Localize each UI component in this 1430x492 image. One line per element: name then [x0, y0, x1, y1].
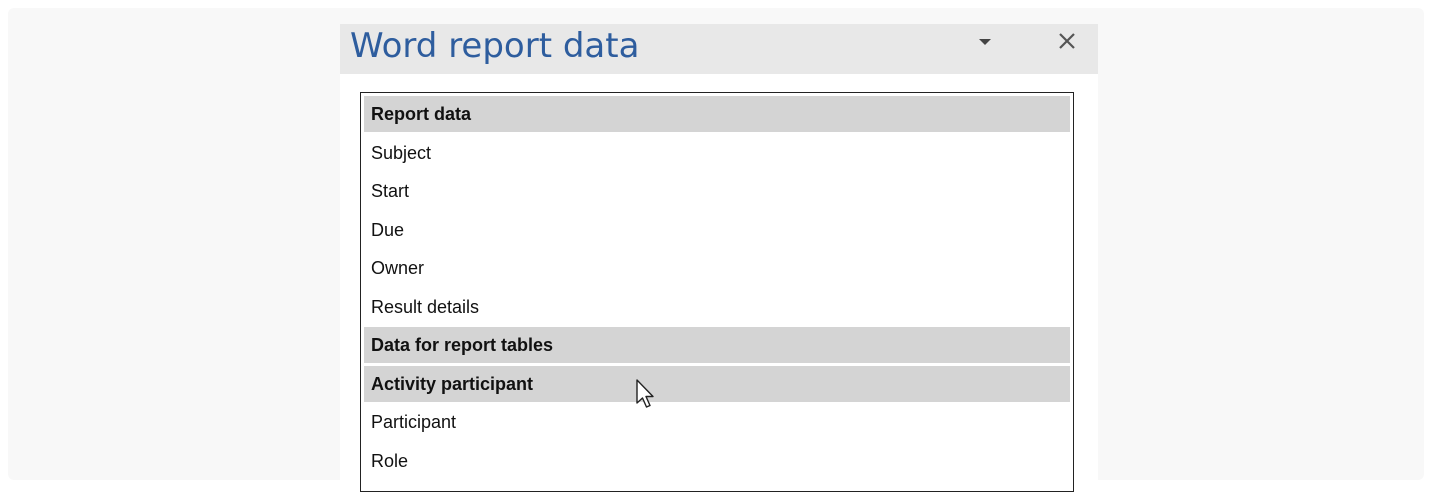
report-data-list: Report data Subject Start Due Owner Resu… — [360, 92, 1074, 492]
pane-header: Word report data — [340, 24, 1098, 74]
list-header-report-data[interactable]: Report data — [364, 96, 1070, 132]
list-item-start[interactable]: Start — [364, 173, 1070, 209]
list-item-subject[interactable]: Subject — [364, 135, 1070, 171]
list-item-role[interactable]: Role — [364, 443, 1070, 479]
dropdown-arrow-icon[interactable] — [975, 34, 995, 50]
list-item-result-details[interactable]: Result details — [364, 289, 1070, 325]
list-item-participant[interactable]: Participant — [364, 404, 1070, 440]
list-item-owner[interactable]: Owner — [364, 250, 1070, 286]
word-report-data-pane: Word report data Report data Subject Sta… — [340, 24, 1098, 492]
list-header-activity-participant[interactable]: Activity participant — [364, 366, 1070, 402]
close-icon[interactable] — [1054, 28, 1080, 54]
pane-title: Word report data — [350, 26, 640, 66]
list-header-data-for-report-tables[interactable]: Data for report tables — [364, 327, 1070, 363]
list-item-due[interactable]: Due — [364, 212, 1070, 248]
